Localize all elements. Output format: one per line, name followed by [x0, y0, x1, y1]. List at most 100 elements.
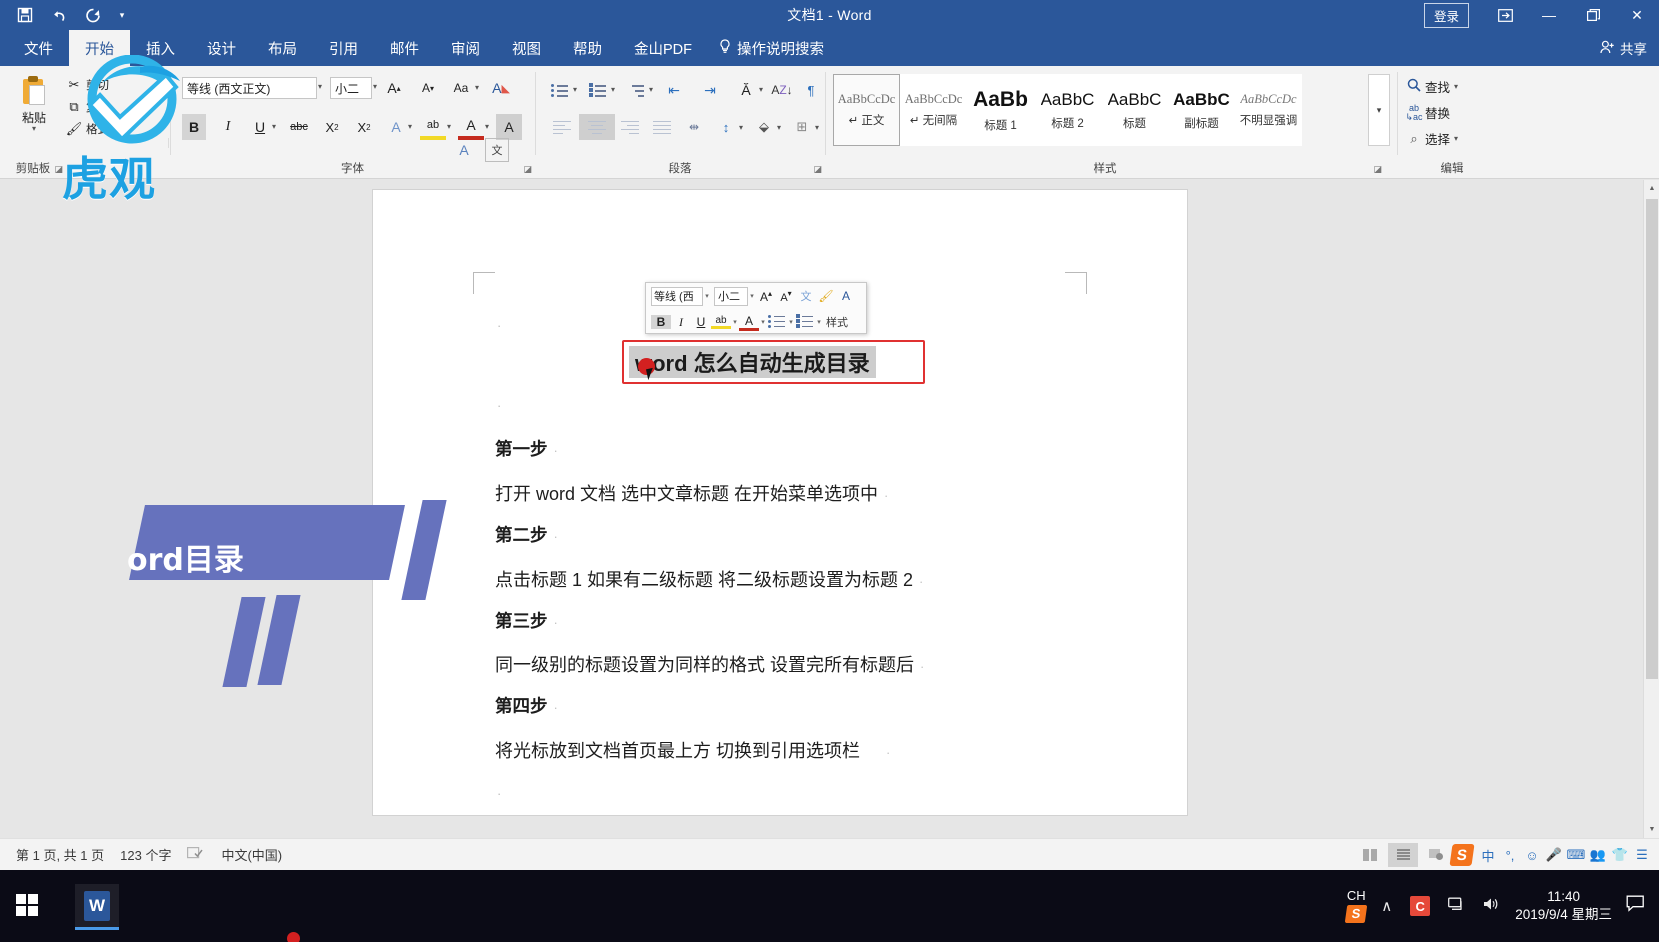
find-button[interactable]: 查找 ▾: [1403, 74, 1458, 99]
tab-home[interactable]: 开始: [69, 30, 130, 66]
tab-file[interactable]: 文件: [8, 30, 69, 66]
align-left-button[interactable]: [549, 114, 575, 140]
language-indicator[interactable]: 中文(中国): [221, 845, 282, 864]
mini-font-color-button[interactable]: A: [739, 314, 759, 331]
chevron-down-icon[interactable]: ▾: [759, 318, 767, 326]
minimize-button[interactable]: —: [1527, 0, 1571, 30]
numbering-button[interactable]: [587, 78, 609, 102]
align-center-button[interactable]: [579, 114, 615, 140]
align-right-button[interactable]: [617, 114, 643, 140]
mini-font-size-input[interactable]: 小二: [714, 286, 748, 306]
save-button[interactable]: [8, 0, 42, 30]
cut-button[interactable]: ✂ 剪切: [62, 74, 170, 96]
mini-bullets-button[interactable]: [767, 314, 787, 331]
paragraph-body-3[interactable]: 同一级别的标题设置为同样的格式 设置完所有标题后 ·: [495, 651, 924, 677]
tab-help[interactable]: 帮助: [557, 30, 618, 66]
tab-mailings[interactable]: 邮件: [374, 30, 435, 66]
font-size-input[interactable]: 小二: [330, 77, 372, 99]
chevron-down-icon[interactable]: ▾: [485, 122, 489, 131]
style-normal[interactable]: AaBbCcDc ↵ 正文: [833, 74, 900, 146]
superscript-button[interactable]: X2: [352, 114, 376, 140]
chevron-down-icon[interactable]: ▾: [815, 318, 823, 326]
chevron-down-icon[interactable]: ▾: [759, 85, 763, 94]
mini-highlight-button[interactable]: ab: [711, 315, 731, 329]
ime-punctuation-icon[interactable]: °,: [1499, 848, 1521, 863]
paragraph-body-2[interactable]: 点击标题 1 如果有二级标题 将二级标题设置为标题 2 ·: [495, 566, 923, 592]
redo-button[interactable]: [76, 0, 110, 30]
clock[interactable]: 11:40 2019/9/4 星期三: [1515, 888, 1612, 924]
change-case-button[interactable]: Aa: [448, 76, 474, 100]
mini-font-name-input[interactable]: 等线 (西: [651, 286, 703, 306]
print-layout-button[interactable]: [1388, 843, 1418, 867]
tab-kingsoft-pdf[interactable]: 金山PDF: [618, 30, 708, 66]
chevron-down-icon[interactable]: ▾: [739, 123, 743, 132]
ime-indicator[interactable]: CH S: [1344, 889, 1368, 923]
chevron-down-icon[interactable]: ▾: [703, 292, 711, 300]
bold-button[interactable]: B: [182, 114, 206, 140]
styles-more-button[interactable]: ▾: [1368, 74, 1390, 146]
ime-emoji-icon[interactable]: ☺: [1521, 848, 1543, 863]
ime-skin-icon[interactable]: 👕: [1609, 847, 1631, 863]
tab-review[interactable]: 审阅: [435, 30, 496, 66]
mini-floating-toolbar[interactable]: 等线 (西 ▾ 小二 ▾ A▴ A▾ 文 🖌 A B I U ab ▾ A ▾: [645, 282, 867, 334]
cjk-layout-button[interactable]: Ă: [735, 78, 757, 102]
paragraph-dialog-launcher[interactable]: ◪: [813, 164, 822, 175]
font-name-input[interactable]: 等线 (西文正文): [182, 77, 317, 99]
chevron-down-icon[interactable]: ▾: [475, 83, 479, 92]
subscript-button[interactable]: X2: [320, 114, 344, 140]
clipboard-dialog-launcher[interactable]: ◪: [54, 164, 63, 175]
borders-button[interactable]: ⊞: [789, 114, 815, 140]
page-info[interactable]: 第 1 页, 共 1 页: [16, 845, 104, 864]
chevron-down-icon[interactable]: ▾: [573, 85, 577, 94]
grow-font-button[interactable]: A ▴: [382, 76, 406, 100]
styles-dialog-launcher[interactable]: ◪: [1373, 164, 1382, 175]
chevron-down-icon[interactable]: ▾: [272, 122, 276, 131]
show-paragraph-marks-button[interactable]: ¶: [800, 78, 822, 102]
chevron-down-icon[interactable]: ▾: [777, 123, 781, 132]
phonetic-guide-button[interactable]: 文: [485, 138, 509, 162]
ribbon-display-options-button[interactable]: [1483, 0, 1527, 30]
highlight-color-button[interactable]: ab: [420, 114, 446, 140]
bullets-button[interactable]: [549, 78, 571, 102]
chevron-down-icon[interactable]: ▾: [1454, 134, 1458, 143]
line-spacing-button[interactable]: ↕: [713, 114, 739, 140]
shrink-font-button[interactable]: A ▾: [416, 76, 440, 100]
tab-insert[interactable]: 插入: [130, 30, 191, 66]
mini-bold-button[interactable]: B: [651, 315, 671, 329]
paragraph-body-1[interactable]: 打开 word 文档 选中文章标题 在开始菜单选项中 ·: [495, 480, 888, 506]
select-button[interactable]: ⌕ 选择 ▾: [1403, 126, 1458, 151]
sogou-icon[interactable]: S: [1449, 844, 1475, 866]
char-border-button[interactable]: A: [452, 138, 476, 162]
justify-button[interactable]: [649, 114, 675, 140]
paragraph-step-4[interactable]: 第四步 ·: [495, 693, 558, 718]
tab-view[interactable]: 视图: [496, 30, 557, 66]
ime-account-icon[interactable]: 👥: [1587, 847, 1609, 863]
web-layout-button[interactable]: [1421, 843, 1451, 867]
text-effects-button[interactable]: A: [384, 114, 408, 140]
document-heading[interactable]: word 怎么自动生成目录: [629, 346, 876, 378]
font-color-button[interactable]: A: [458, 114, 484, 140]
style-subtitle[interactable]: AaBbC 副标题: [1168, 74, 1235, 146]
customize-qat-button[interactable]: ▾: [110, 0, 134, 30]
paragraph-step-2[interactable]: 第二步 ·: [495, 522, 558, 547]
read-mode-button[interactable]: [1355, 843, 1385, 867]
decrease-indent-button[interactable]: ⇤: [663, 78, 685, 102]
chevron-down-icon[interactable]: ▾: [1454, 82, 1458, 91]
distribute-button[interactable]: ⇹: [681, 114, 707, 140]
underline-button[interactable]: U: [248, 114, 272, 140]
notification-icon[interactable]: [1626, 895, 1645, 917]
word-count[interactable]: 123 个字: [120, 845, 171, 864]
increase-indent-button[interactable]: ⇥: [699, 78, 721, 102]
chevron-down-icon[interactable]: ▾: [32, 125, 36, 133]
multilevel-list-button[interactable]: [625, 78, 647, 102]
sign-in-button[interactable]: 登录: [1423, 2, 1469, 28]
mini-styles-button[interactable]: 样式: [826, 314, 848, 330]
format-painter-button[interactable]: 🖌 格式刷: [62, 118, 170, 140]
style-heading-1[interactable]: AaBb 标题 1: [967, 74, 1034, 146]
ime-voice-icon[interactable]: 🎤: [1543, 847, 1565, 863]
style-title[interactable]: AaBbC 标题: [1101, 74, 1168, 146]
tell-me-search[interactable]: 操作说明搜索: [708, 30, 840, 66]
font-name-dropdown-icon[interactable]: ▾: [318, 82, 322, 91]
undo-button[interactable]: [42, 0, 76, 30]
chevron-down-icon[interactable]: ▾: [748, 292, 756, 300]
